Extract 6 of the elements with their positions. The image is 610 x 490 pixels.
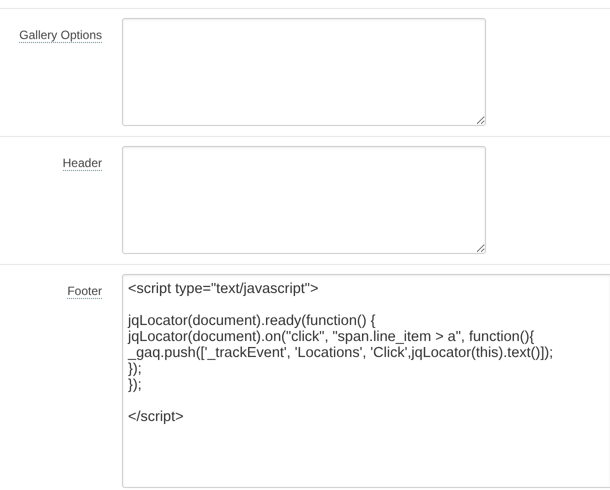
field-label: Header <box>62 156 102 171</box>
text-area[interactable] <box>122 146 486 254</box>
text-area[interactable]: <script type="text/javascript"> jqLocator(document).ready(function() { jqLocator(document).on("click", "span.line_item > a", function(){ _gaq.push(['_trackEvent', 'Locations', 'Click',jqLocator(this).text()]); }); }); </script> <box>122 274 610 488</box>
text-area[interactable] <box>122 18 486 126</box>
field-label: Gallery Options <box>19 28 102 43</box>
field-label: Footer <box>67 284 102 299</box>
